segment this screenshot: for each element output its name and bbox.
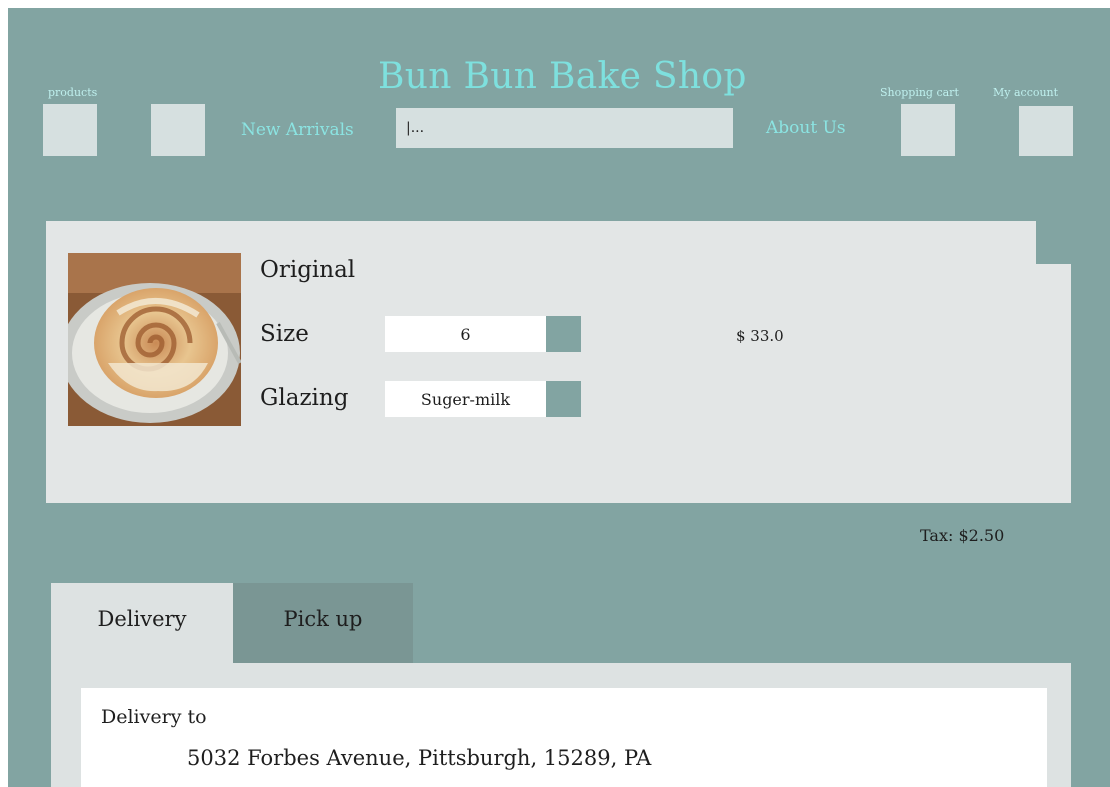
delivery-details: Delivery to 5032 Forbes Avenue, Pittsbur… xyxy=(81,688,1047,787)
size-select[interactable]: 6 xyxy=(385,316,546,352)
products-icon[interactable] xyxy=(43,104,97,156)
item-price: $ 33.0 xyxy=(736,327,784,345)
item-name: Original xyxy=(260,257,356,283)
delivery-to-label: Delivery to xyxy=(101,706,207,728)
my-account-icon[interactable] xyxy=(1019,106,1073,156)
size-label: Size xyxy=(260,321,309,347)
my-account-label: My account xyxy=(993,86,1059,99)
cart-item-card: Original Size 6 Glazing Suger-milk $ 33.… xyxy=(46,221,1071,503)
glazing-label: Glazing xyxy=(260,385,349,411)
products-label: products xyxy=(48,86,98,99)
tax-amount: Tax: $2.50 xyxy=(920,526,1005,545)
delivery-panel: Delivery to 5032 Forbes Avenue, Pittsbur… xyxy=(51,663,1071,787)
menu-icon[interactable] xyxy=(151,104,205,156)
glazing-select[interactable]: Suger-milk xyxy=(385,381,546,417)
page-frame: Bun Bun Bake Shop products New Arrivals … xyxy=(8,8,1110,787)
size-dropdown-button[interactable] xyxy=(546,316,581,352)
shopping-cart-icon[interactable] xyxy=(901,104,955,156)
remove-item-button[interactable] xyxy=(1036,221,1071,264)
search-input[interactable] xyxy=(396,108,733,148)
glazing-dropdown-button[interactable] xyxy=(546,381,581,417)
tab-pick-up[interactable]: Pick up xyxy=(233,583,413,663)
delivery-address[interactable]: 5032 Forbes Avenue, Pittsburgh, 15289, P… xyxy=(187,746,651,770)
nav-about-us[interactable]: About Us xyxy=(766,118,846,138)
nav-new-arrivals[interactable]: New Arrivals xyxy=(241,120,354,140)
brand-title[interactable]: Bun Bun Bake Shop xyxy=(378,56,747,97)
cinnamon-roll-image xyxy=(68,253,241,426)
tab-delivery[interactable]: Delivery xyxy=(51,583,233,663)
shopping-cart-label: Shopping cart xyxy=(880,86,959,99)
